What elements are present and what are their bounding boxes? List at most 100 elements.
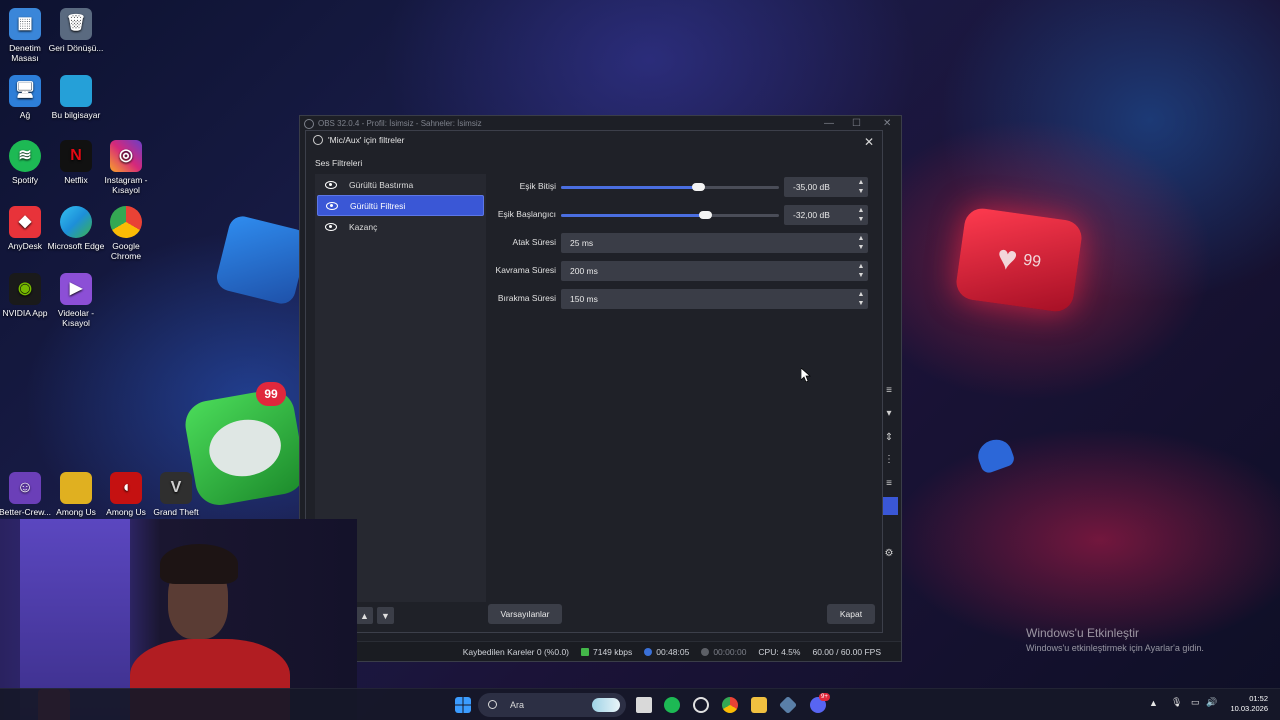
file-explorer-icon[interactable] bbox=[751, 697, 767, 713]
spinbox-arrows-icon[interactable]: ▲ ▼ bbox=[856, 234, 866, 252]
chrome-taskbar-icon[interactable] bbox=[722, 697, 738, 713]
spotify-icon: ≋ bbox=[9, 140, 41, 172]
dialog-title: 'Mic/Aux' için filtreler bbox=[328, 135, 405, 145]
cpu-usage: CPU: 4.5% bbox=[758, 646, 801, 657]
activation-title: Windows'u Etkinleştir bbox=[1026, 626, 1139, 640]
desktop-icon-control-panel[interactable]: ▦ Denetim Masası bbox=[0, 8, 54, 63]
netflix-icon: N bbox=[60, 140, 92, 172]
hold-time-label: Kavrama Süresi bbox=[495, 265, 556, 275]
close-threshold-row: Eşik Bitişi -35,00 dB ▲ ▼ bbox=[490, 177, 870, 197]
dropped-frames: Kaybedilen Kareler 0 (%0.0) bbox=[462, 646, 569, 657]
chevron-up-icon: ▲ bbox=[360, 610, 369, 621]
desktop-icon-label: Netflix bbox=[64, 175, 88, 185]
desktop-icon-anydesk[interactable]: ◆ AnyDesk bbox=[0, 206, 54, 251]
open-threshold-spinbox[interactable]: -32,00 dB ▲ ▼ bbox=[784, 205, 868, 225]
desktop-icon-better-crewlink[interactable]: ☺ Better-Crew... bbox=[0, 472, 54, 517]
task-view-icon[interactable] bbox=[636, 697, 652, 713]
taskbar-search[interactable]: Ara bbox=[478, 693, 626, 717]
bitrate-value: 7149 kbps bbox=[593, 646, 633, 657]
filter-item-noise-suppression[interactable]: Gürültü Bastırma bbox=[317, 174, 484, 195]
monitor-icon bbox=[60, 75, 92, 107]
obs-window-title: OBS 32.0.4 - Profil: İsimsiz - Sahneler:… bbox=[318, 119, 482, 128]
desktop-icon-label: Among Us bbox=[56, 507, 96, 517]
recycle-bin-icon: 🗑 bbox=[60, 8, 92, 40]
obs-status-bar: Kaybedilen Kareler 0 (%0.0) 7149 kbps 00… bbox=[300, 641, 901, 661]
attack-time-value: 25 ms bbox=[570, 238, 594, 248]
spinbox-arrows-icon[interactable]: ▲ ▼ bbox=[856, 262, 866, 280]
desktop-icon-spotify[interactable]: ≋ Spotify bbox=[0, 140, 54, 185]
attack-time-label: Atak Süresi bbox=[512, 237, 556, 247]
release-time-spinbox[interactable]: 150 ms ▲ ▼ bbox=[561, 289, 868, 309]
fps: 60.00 / 60.00 FPS bbox=[812, 646, 881, 657]
audio-filters-label: Ses Filtreleri bbox=[315, 158, 363, 168]
wallpaper-chat-bubble bbox=[181, 386, 309, 509]
close-threshold-spinbox[interactable]: -35,00 dB ▲ ▼ bbox=[784, 177, 868, 197]
slider-handle[interactable] bbox=[692, 183, 705, 191]
attack-time-spinbox[interactable]: 25 ms ▲ ▼ bbox=[561, 233, 868, 253]
filter-item-noise-gate[interactable]: Gürültü Filtresi bbox=[317, 195, 484, 216]
desktop-icon-this-pc[interactable]: Bu bilgisayar bbox=[47, 75, 105, 120]
windows-start-icon[interactable] bbox=[455, 697, 471, 713]
videos-icon: ▶ bbox=[60, 273, 92, 305]
desktop-icon-label: Instagram - Kısayol bbox=[104, 175, 148, 195]
instagram-icon: ◎ bbox=[110, 140, 142, 172]
clock-date: 10.03.2026 bbox=[1230, 704, 1268, 713]
microphone-icon[interactable]: 🎙 bbox=[1171, 697, 1182, 708]
tray-chevron-up-icon[interactable]: ▲ bbox=[1149, 698, 1158, 708]
spinbox-arrows-icon[interactable]: ▲ ▼ bbox=[856, 178, 866, 196]
open-threshold-slider[interactable] bbox=[561, 211, 779, 219]
close-icon[interactable]: ✕ bbox=[883, 116, 891, 132]
desktop-icon-network[interactable]: 🖥 Ağ bbox=[0, 75, 54, 120]
volume-icon[interactable]: 🔊 bbox=[1206, 697, 1217, 708]
desktop-icon-recycle-bin[interactable]: 🗑 Geri Dönüşü... bbox=[47, 8, 105, 53]
close-threshold-slider[interactable] bbox=[561, 183, 779, 191]
close-icon[interactable]: ✕ bbox=[864, 133, 874, 151]
record-time: 00:00:00 bbox=[701, 647, 746, 657]
desktop-icon-nvidia[interactable]: ◉ NVIDIA App bbox=[0, 273, 54, 318]
slider-handle[interactable] bbox=[699, 211, 712, 219]
search-highlight-icon bbox=[592, 698, 620, 712]
close-threshold-value: -35,00 dB bbox=[793, 182, 830, 192]
defaults-button[interactable]: Varsayılanlar bbox=[488, 604, 562, 624]
network-icon: 🖥 bbox=[9, 75, 41, 107]
search-placeholder: Ara bbox=[510, 700, 525, 710]
desktop-icon-chrome[interactable]: Google Chrome bbox=[97, 206, 155, 261]
filter-item-label: Gürültü Bastırma bbox=[349, 179, 414, 190]
filter-item-label: Gürültü Filtresi bbox=[350, 200, 406, 211]
eye-icon[interactable] bbox=[325, 180, 337, 189]
network-icon[interactable]: ▭ bbox=[1191, 697, 1200, 708]
move-down-button[interactable]: ▼ bbox=[377, 607, 394, 624]
system-clock[interactable]: 01:52 10.03.2026 bbox=[1228, 694, 1268, 714]
release-time-row: Bırakma Süresi 150 ms ▲ ▼ bbox=[490, 289, 870, 309]
release-time-label: Bırakma Süresi bbox=[497, 293, 556, 303]
attack-time-row: Atak Süresi 25 ms ▲ ▼ bbox=[490, 233, 870, 253]
eye-icon[interactable] bbox=[326, 201, 338, 210]
desktop-icon-label: NVIDIA App bbox=[2, 308, 48, 318]
obs-taskbar-icon[interactable] bbox=[693, 697, 709, 713]
control-panel-icon: ▦ bbox=[9, 8, 41, 40]
spinbox-arrows-icon[interactable]: ▲ ▼ bbox=[856, 290, 866, 308]
close-button[interactable]: Kapat bbox=[827, 604, 875, 624]
release-time-value: 150 ms bbox=[570, 294, 598, 304]
desktop-icon-label: Geri Dönüşü... bbox=[48, 43, 104, 53]
mouse-cursor-icon bbox=[801, 368, 811, 382]
activation-subtitle: Windows'u etkinleştirmek için Ayarlar'a … bbox=[1026, 643, 1204, 653]
app-taskbar-icon[interactable] bbox=[778, 695, 798, 715]
among-us-icon: ◖ bbox=[110, 472, 142, 504]
stream-time-value: 00:48:05 bbox=[656, 646, 690, 657]
desktop-icon-label: Microsoft Edge bbox=[47, 241, 105, 251]
eye-icon[interactable] bbox=[325, 222, 337, 231]
spinbox-arrows-icon[interactable]: ▲ ▼ bbox=[856, 206, 866, 224]
hold-time-spinbox[interactable]: 200 ms ▲ ▼ bbox=[561, 261, 868, 281]
move-up-button[interactable]: ▲ bbox=[356, 607, 373, 624]
hold-time-row: Kavrama Süresi 200 ms ▲ ▼ bbox=[490, 261, 870, 281]
open-threshold-value: -32,00 dB bbox=[793, 210, 830, 220]
desktop-icon-videos[interactable]: ▶ Videolar - Kısayol bbox=[47, 273, 105, 328]
desktop-icon-instagram[interactable]: ◎ Instagram - Kısayol bbox=[97, 140, 155, 195]
heart-count: 99 bbox=[1022, 251, 1043, 271]
spotify-taskbar-icon[interactable] bbox=[664, 697, 680, 713]
desktop-icon-label: Google Chrome bbox=[110, 241, 142, 261]
filter-item-gain[interactable]: Kazanç bbox=[317, 216, 484, 237]
desktop-icon-label: Bu bilgisayar bbox=[51, 110, 101, 120]
desktop-icon-label: AnyDesk bbox=[7, 241, 42, 251]
